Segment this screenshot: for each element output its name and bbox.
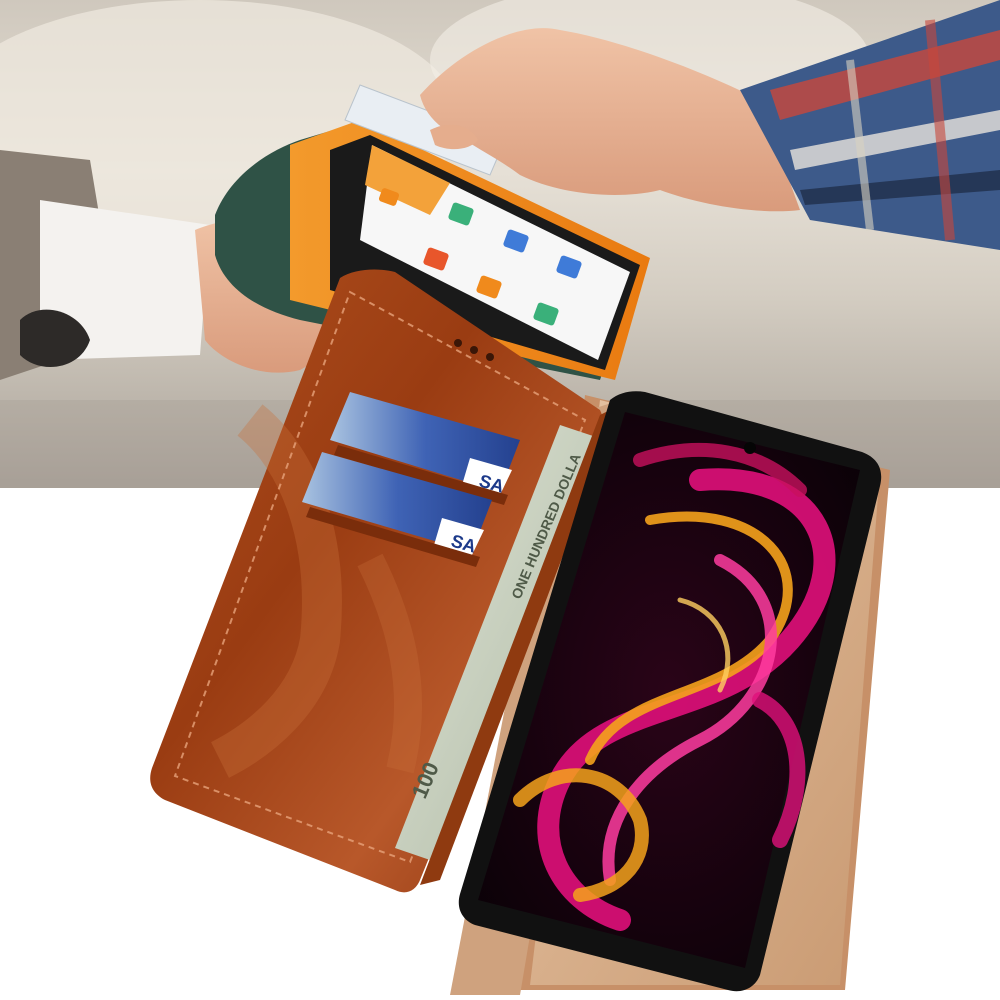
clasp-dot [470, 346, 478, 354]
product-photo-scene: SA SA ONE HUNDRED DOLLA 100 [0, 0, 1000, 1000]
clasp-dot [454, 339, 462, 347]
front-camera [744, 442, 756, 454]
clasp-dot [486, 353, 494, 361]
product-illustration: SA SA ONE HUNDRED DOLLA 100 [0, 0, 1000, 1000]
